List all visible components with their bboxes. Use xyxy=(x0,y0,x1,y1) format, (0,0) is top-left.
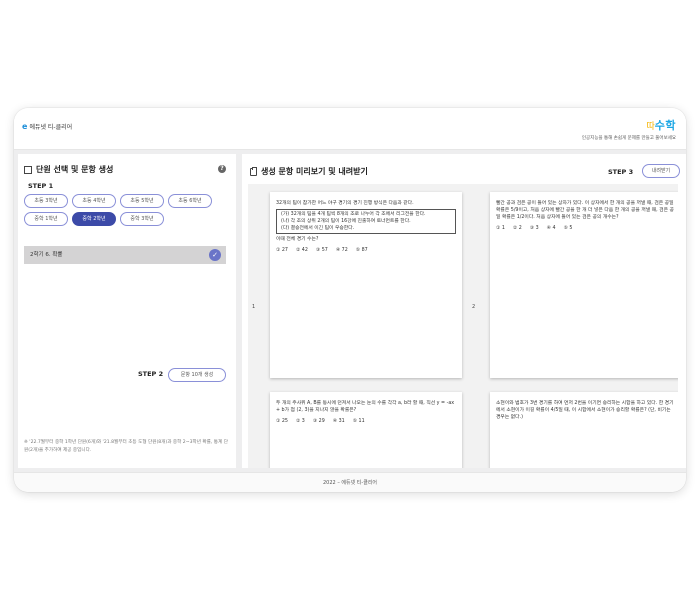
preview-title-text: 생성 문항 미리보기 및 내려받기 xyxy=(261,167,368,176)
footer: 2022 – 에듀넷 티-클리어 xyxy=(14,472,686,492)
condition-line: (다) 결승전에서 이긴 팀이 우승한다. xyxy=(281,226,355,231)
grade-button[interactable]: 초등 6학년 xyxy=(168,194,212,208)
condition-line: (나) 각 조의 상위 2개의 팀이 16강에 진출하여 토너먼트를 한다. xyxy=(281,219,411,224)
panel-title: 단원 선택 및 문항 생성 xyxy=(24,164,113,175)
problem-text: 소현이와 범호가 3번 경기를 하여 먼저 2번을 이기면 승리하는 시합을 하… xyxy=(496,401,674,420)
app-window: e 에듀넷 티-클리어 따수학 인공지능을 통해 손쉽게 문제를 만들고 풀어보… xyxy=(14,108,686,492)
problem-sheet: 두 개의 주사위 A, B를 동시에 던져서 나오는 눈의 수를 각각 a, b… xyxy=(270,392,462,468)
choice: ② 2 xyxy=(512,226,522,231)
choice: ② 42 xyxy=(295,248,308,253)
problem-question: 이때 전체 경기 수는? xyxy=(276,237,319,242)
step1-label: STEP 1 xyxy=(28,182,54,190)
update-note: ※ '22.7월부터 중학 1학년 단원(6개)와 '21.8월부터 초등 도형… xyxy=(24,440,228,453)
brand-tagline: 인공지능을 통해 손쉽게 문제를 만들고 풀어보세요 xyxy=(581,136,676,141)
problem-text: 32개의 팀이 참가한 어느 야구 경기의 경기 진행 방식은 다음과 같다. xyxy=(276,201,414,206)
choice: ② 3 xyxy=(295,419,305,424)
brand-name: 수학 xyxy=(654,119,676,132)
choice: ① 27 xyxy=(276,248,288,253)
answer-choices: ① 1 ② 2 ③ 3 ④ 4 ⑤ 5 xyxy=(496,225,676,232)
edit-note-icon xyxy=(24,165,32,174)
preview-panel: 생성 문항 미리보기 및 내려받기 STEP 3 내려받기 1 32개의 팀이 … xyxy=(242,154,686,468)
page-number: 1 xyxy=(252,304,256,310)
grade-button[interactable]: 초등 3학년 xyxy=(24,194,68,208)
unit-label: 2학기 6. 확률 xyxy=(30,252,63,258)
top-bar: e 에듀넷 티-클리어 따수학 인공지능을 통해 손쉽게 문제를 만들고 풀어보… xyxy=(14,108,686,150)
choice: ① 25 xyxy=(276,419,288,424)
choice: ③ 57 xyxy=(315,248,328,253)
answer-choices: ① 25 ② 3 ③ 29 ④ 31 ⑤ 11 xyxy=(276,418,456,425)
grade-button[interactable]: 중학 1학년 xyxy=(24,212,68,226)
unit-panel-title: 단원 선택 및 문항 생성 xyxy=(36,165,114,174)
generate-button[interactable]: 문항 10개 생성 xyxy=(168,368,226,382)
content-area: 단원 선택 및 문항 생성 ? STEP 1 초등 3학년 초등 4학년 초등 … xyxy=(14,150,686,472)
page-number: 2 xyxy=(472,304,476,310)
choice: ④ 31 xyxy=(332,419,345,424)
unit-item-probability[interactable]: 2학기 6. 확률 ✓ xyxy=(24,246,226,264)
choice: ④ 72 xyxy=(335,248,348,253)
choice: ④ 4 xyxy=(546,226,556,231)
grade-button[interactable]: 초등 4학년 xyxy=(72,194,116,208)
problem-sheet: 소현이와 범호가 3번 경기를 하여 먼저 2번을 이기면 승리하는 시합을 하… xyxy=(490,392,678,468)
choice: ⑤ 5 xyxy=(563,226,573,231)
logo-text: 에듀넷 티-클리어 xyxy=(29,124,73,131)
grade-buttons: 초등 3학년 초등 4학년 초등 5학년 초등 6학년 중학 1학년 중학 2학… xyxy=(24,194,234,226)
clipboard-icon xyxy=(250,166,257,176)
brand-prefix: 따 xyxy=(646,122,655,132)
problem-sheet: 빨간 공과 검은 공이 들어 있는 상자가 있다. 이 상자에서 한 개의 공을… xyxy=(490,192,678,378)
unit-selection-panel: 단원 선택 및 문항 생성 ? STEP 1 초등 3학년 초등 4학년 초등 … xyxy=(18,154,236,468)
logo-mark: e xyxy=(22,122,28,131)
problem-sheet: 32개의 팀이 참가한 어느 야구 경기의 경기 진행 방식은 다음과 같다. … xyxy=(270,192,462,378)
choice: ① 1 xyxy=(496,226,505,231)
check-icon: ✓ xyxy=(209,249,221,261)
choice: ③ 3 xyxy=(529,226,539,231)
brand[interactable]: 따수학 인공지능을 통해 손쉽게 문제를 만들고 풀어보세요 xyxy=(582,114,676,141)
problem-text: 빨간 공과 검은 공이 들어 있는 상자가 있다. 이 상자에서 한 개의 공을… xyxy=(496,201,674,220)
choice: ⑤ 11 xyxy=(352,419,365,424)
step3-label: STEP 3 xyxy=(608,168,634,176)
grade-button-selected[interactable]: 중학 2학년 xyxy=(72,212,116,226)
condition-line: (가) 32개의 팀을 4개 팀씩 8개의 조로 나누어 각 조에서 리그전을 … xyxy=(281,212,426,217)
step2-label: STEP 2 xyxy=(138,370,164,378)
grade-button[interactable]: 중학 3학년 xyxy=(120,212,164,226)
preview-title: 생성 문항 미리보기 및 내려받기 xyxy=(250,166,368,177)
answer-choices: ① 27 ② 42 ③ 57 ④ 72 ⑤ 87 xyxy=(276,247,456,254)
help-icon[interactable]: ? xyxy=(218,165,226,173)
download-button[interactable]: 내려받기 xyxy=(642,164,680,178)
problem-conditions: (가) 32개의 팀을 4개 팀씩 8개의 조로 나누어 각 조에서 리그전을 … xyxy=(276,209,456,234)
preview-pages[interactable]: 1 32개의 팀이 참가한 어느 야구 경기의 경기 진행 방식은 다음과 같다… xyxy=(248,184,678,468)
grade-button[interactable]: 초등 5학년 xyxy=(120,194,164,208)
choice: ⑤ 87 xyxy=(355,248,368,253)
edunet-logo[interactable]: e 에듀넷 티-클리어 xyxy=(22,122,72,131)
problem-text: 두 개의 주사위 A, B를 동시에 던져서 나오는 눈의 수를 각각 a, b… xyxy=(276,401,455,413)
choice: ③ 29 xyxy=(312,419,325,424)
